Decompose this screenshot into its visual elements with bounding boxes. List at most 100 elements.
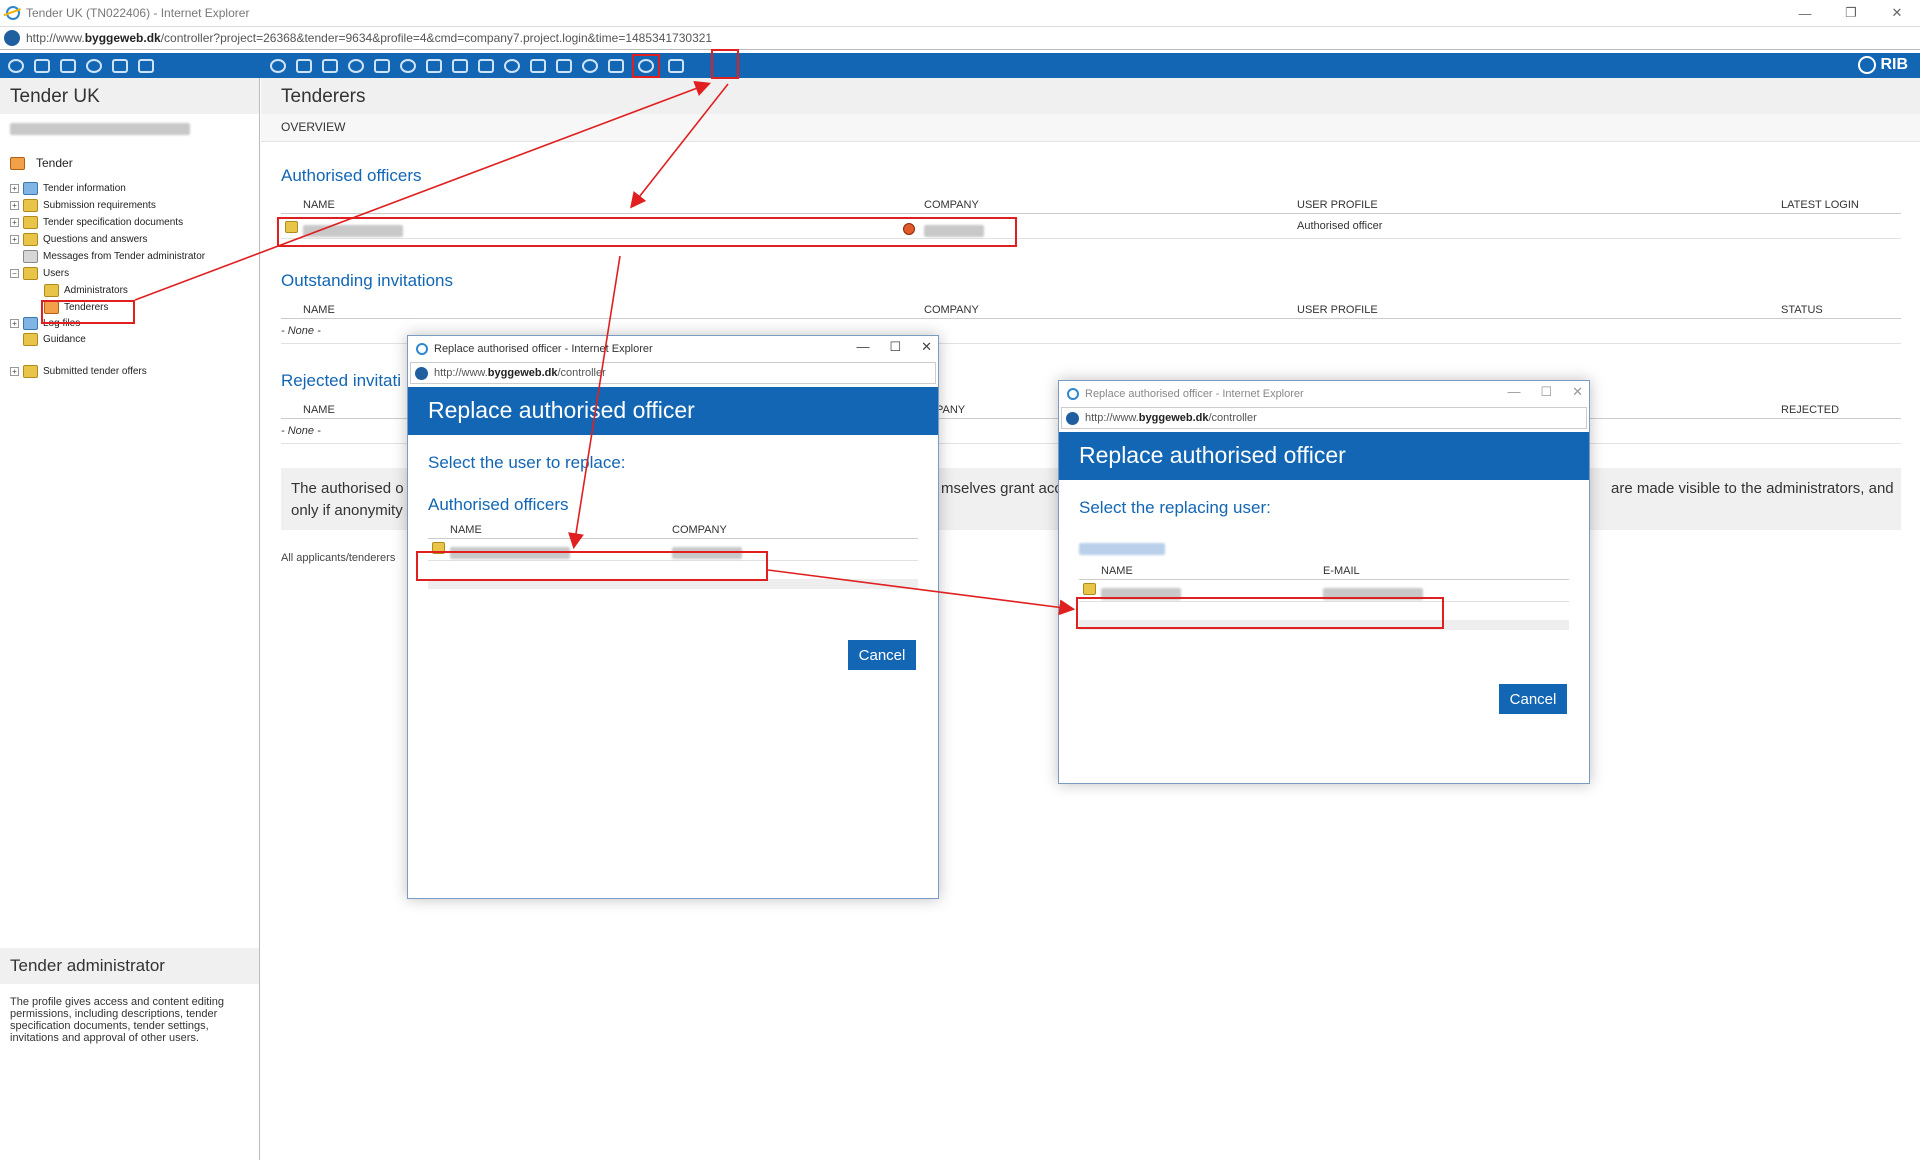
toolbar-tool-3-icon[interactable]: [58, 57, 78, 75]
rejected-invitations-title: Rejected invitati: [281, 371, 402, 390]
dialog1-maximize-button[interactable]: ☐: [889, 339, 901, 355]
toolbar-view-1-icon[interactable]: [268, 57, 288, 75]
tree-item-tender-specification-documents[interactable]: + Tender specification documents: [10, 214, 249, 231]
expand-icon[interactable]: +: [10, 201, 19, 210]
dialog2-address-bar[interactable]: http://www. byggeweb.dk/controller: [1061, 407, 1587, 429]
dialog1-address-bar[interactable]: http://www. byggeweb.dk/controller: [410, 362, 936, 384]
info-globe-icon: [23, 182, 38, 195]
outstanding-invitations-header: NAME COMPANY USER PROFILE STATUS: [281, 301, 1901, 319]
questions-icon: [23, 233, 38, 246]
dialog2-company-name-redacted: [1079, 540, 1569, 556]
expand-icon[interactable]: +: [10, 184, 19, 193]
project-title: Tender UK: [0, 78, 259, 114]
internet-explorer-icon: [416, 343, 428, 355]
profile-info: Tender administrator The profile gives a…: [0, 948, 259, 1056]
dialog1-close-button[interactable]: ✕: [921, 339, 932, 355]
left-navigation-panel: Tender UK Tender + Tender information + …: [0, 78, 260, 1160]
toolbar-tool-2-icon[interactable]: [32, 57, 52, 75]
dialog1-minimize-button[interactable]: —: [856, 339, 869, 355]
toolbar-tool-5-icon[interactable]: [110, 57, 130, 75]
toolbar-view-7-icon[interactable]: [424, 57, 444, 75]
toolbar-tool-1-icon[interactable]: [6, 57, 26, 75]
toolbar-view-14-icon[interactable]: [606, 57, 626, 75]
site-favicon-icon: [4, 30, 20, 46]
toolbar-view-9-icon[interactable]: [476, 57, 496, 75]
dialog2-prompt: Select the replacing user:: [1079, 498, 1271, 517]
tree-item-messages[interactable]: Messages from Tender administrator: [10, 248, 249, 265]
messages-icon: [23, 250, 38, 263]
main-toolbar: RIB: [0, 53, 1920, 78]
tree-item-submitted-tender-offers[interactable]: + Submitted tender offers: [10, 363, 249, 380]
all-applicants-link[interactable]: All applicants/tenderers: [281, 552, 395, 564]
tree-item-administrators[interactable]: Administrators: [10, 282, 249, 299]
dialog2-table-header: NAME E-MAIL: [1079, 562, 1569, 580]
replace-authorised-officer-icon[interactable]: [632, 53, 660, 78]
collapse-icon[interactable]: −: [10, 269, 19, 278]
toolbar-view-4-icon[interactable]: [346, 57, 366, 75]
dialog2-close-button[interactable]: ✕: [1572, 384, 1583, 400]
highlight-dialog2-row: [1076, 597, 1444, 629]
administrators-icon: [44, 284, 59, 297]
rib-logo: RIB: [1858, 56, 1908, 74]
outstanding-invitations-title: Outstanding invitations: [281, 271, 453, 290]
documents-icon: [23, 216, 38, 229]
dialog1-banner: Replace authorised officer: [408, 387, 938, 435]
replace-officer-dialog-2: Replace authorised officer - Internet Ex…: [1058, 380, 1590, 784]
tree-item-submission-requirements[interactable]: + Submission requirements: [10, 197, 249, 214]
toolbar-view-3-icon[interactable]: [320, 57, 340, 75]
users-folder-icon: [23, 267, 38, 280]
project-subtitle-redacted: [0, 114, 259, 142]
toolbar-tool-4-icon[interactable]: [84, 57, 104, 75]
expand-icon[interactable]: +: [10, 218, 19, 227]
submitted-offers-icon: [23, 365, 38, 378]
dialog2-titlebar: Replace authorised officer - Internet Ex…: [1059, 381, 1589, 407]
profile-description: The profile gives access and content edi…: [10, 996, 225, 1044]
page-subtitle: OVERVIEW: [261, 114, 1920, 142]
tree-item-questions-and-answers[interactable]: + Questions and answers: [10, 231, 249, 248]
dialog1-cancel-button[interactable]: Cancel: [848, 640, 916, 670]
toolbar-view-5-icon[interactable]: [372, 57, 392, 75]
address-url[interactable]: http://www.byggeweb.dk/controller?projec…: [26, 31, 712, 45]
dialog1-titlebar: Replace authorised officer - Internet Ex…: [408, 336, 938, 362]
expand-icon[interactable]: +: [10, 319, 19, 328]
authorised-officers-title: Authorised officers: [281, 166, 422, 185]
restore-button[interactable]: ❐: [1828, 0, 1874, 26]
toolbar-view-12-icon[interactable]: [554, 57, 574, 75]
toolbar-view-16-icon[interactable]: [666, 57, 686, 75]
window-controls: — ❐ ✕: [1782, 0, 1920, 26]
expand-icon[interactable]: +: [10, 235, 19, 244]
page-title: Tenderers: [261, 78, 1920, 114]
dialog1-section-title: Authorised officers: [428, 495, 569, 514]
authorised-officers-header: NAME COMPANY USER PROFILE LATEST LOGIN: [281, 196, 1901, 214]
toolbar-view-2-icon[interactable]: [294, 57, 314, 75]
address-bar[interactable]: http://www.byggeweb.dk/controller?projec…: [0, 26, 1920, 50]
internet-explorer-icon: [6, 6, 20, 20]
dialog1-table-header: NAME COMPANY: [428, 521, 918, 539]
dialog2-cancel-button[interactable]: Cancel: [1499, 684, 1567, 714]
expand-icon[interactable]: +: [10, 367, 19, 376]
dialog2-maximize-button[interactable]: ☐: [1540, 384, 1552, 400]
replace-officer-dialog-1: Replace authorised officer - Internet Ex…: [407, 335, 939, 899]
highlight-authorised-officer-row: [277, 217, 1017, 247]
highlight-dialog1-row: [416, 551, 768, 581]
toolbar-view-8-icon[interactable]: [450, 57, 470, 75]
site-favicon-icon: [415, 366, 428, 380]
toolbar-view-13-icon[interactable]: [580, 57, 600, 75]
toolbar-view-11-icon[interactable]: [528, 57, 548, 75]
window-titlebar: Tender UK (TN022406) - Internet Explorer…: [0, 0, 1920, 26]
tree-item-users[interactable]: − Users: [10, 265, 249, 282]
dialog2-minimize-button[interactable]: —: [1507, 384, 1520, 400]
toolbar-view-10-icon[interactable]: [502, 57, 522, 75]
toolbar-view-6-icon[interactable]: [398, 57, 418, 75]
minimize-button[interactable]: —: [1782, 0, 1828, 26]
toolbar-tool-6-icon[interactable]: [136, 57, 156, 75]
tree-root-tender[interactable]: Tender: [10, 156, 249, 170]
redacted-text: [1079, 542, 1165, 555]
log-files-icon: [23, 317, 38, 330]
close-button[interactable]: ✕: [1874, 0, 1920, 26]
profile-title: Tender administrator: [0, 948, 259, 984]
tree-item-guidance[interactable]: Guidance: [10, 331, 249, 348]
tree-item-tender-information[interactable]: + Tender information: [10, 180, 249, 197]
requirements-icon: [23, 199, 38, 212]
highlight-toolbar-button: [711, 49, 739, 79]
